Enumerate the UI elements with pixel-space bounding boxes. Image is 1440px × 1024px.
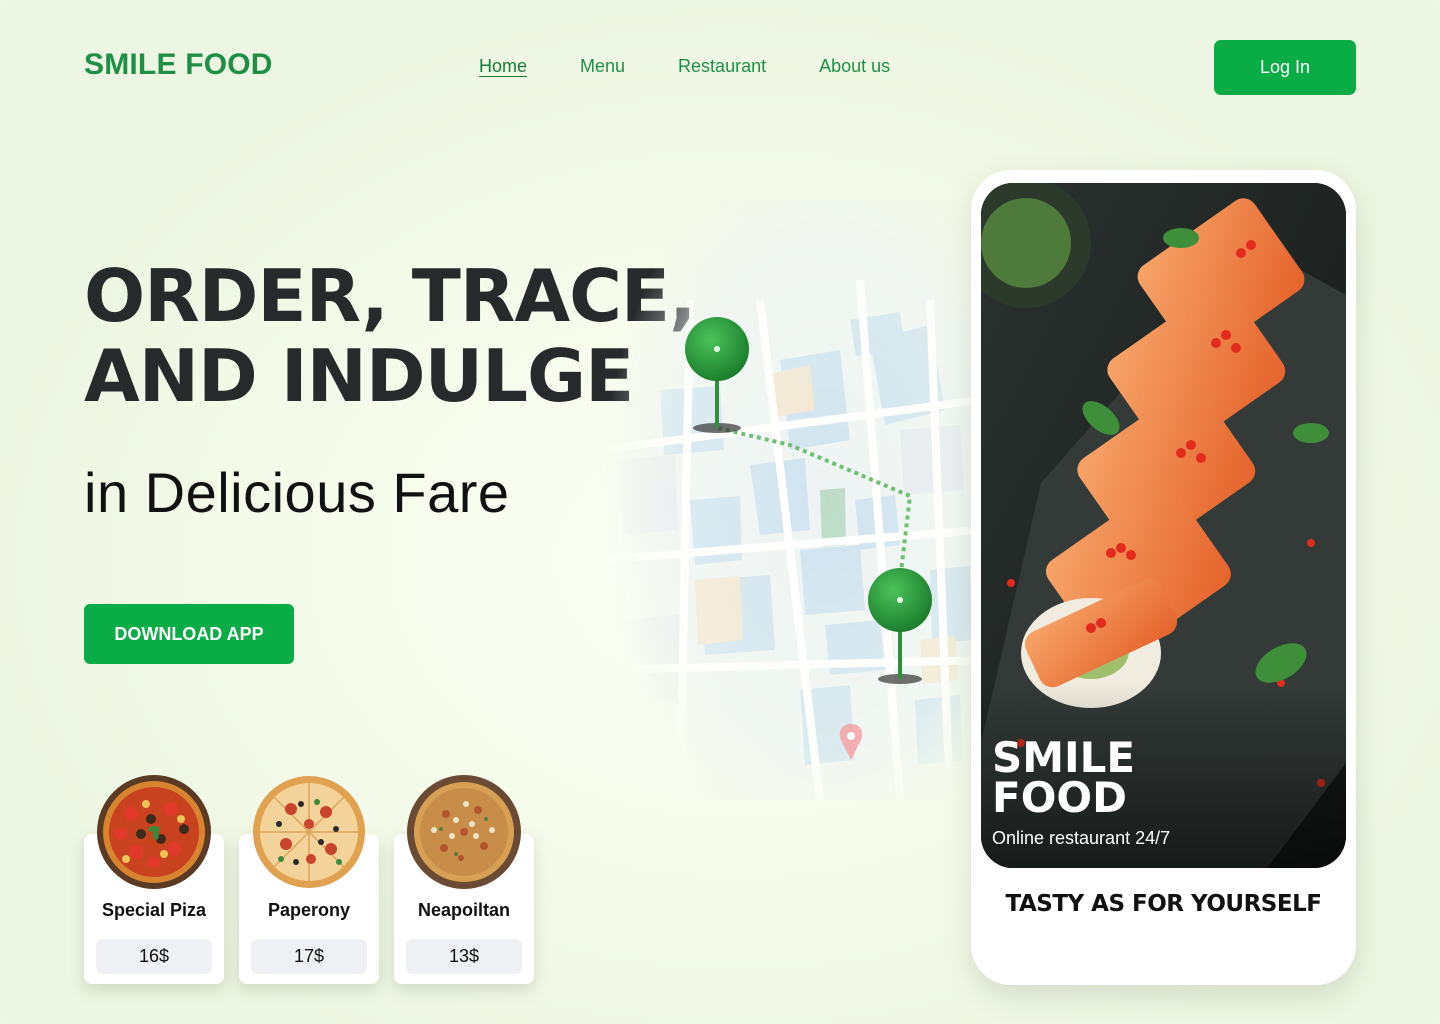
pizza-price[interactable]: 16$ [96,939,212,974]
pizza-card-neapoiltan[interactable]: Neapoiltan 13$ [394,775,534,984]
brand-logo[interactable]: SMILE FOOD [84,48,273,82]
phone-brand-title: SMILE FOOD [992,733,1136,822]
download-app-button[interactable]: DOWNLOAD APP [84,604,294,664]
main-nav: Home Menu Restaurant About us [479,56,890,77]
phone-screen: SMILE FOOD Online restaurant 24/7 [981,183,1346,868]
login-button[interactable]: Log In [1214,40,1356,95]
pizza-name: Special Piza [101,900,207,920]
pizza-card-special[interactable]: Special Piza 16$ [84,775,224,984]
nav-item-menu[interactable]: Menu [580,56,625,77]
phone-mockup: SMILE FOOD Online restaurant 24/7 TASTY … [971,170,1356,985]
pizza-card-paperony[interactable]: Paperony 17$ [239,776,379,984]
pizza-name: Neapoiltan [417,900,510,920]
pizza-name: Paperony [267,900,351,920]
phone-brand-line-1: SMILE [992,733,1136,782]
pizza-image [97,775,211,889]
pizza-price[interactable]: 17$ [251,939,367,974]
nav-item-about-us[interactable]: About us [819,56,890,77]
phone-caption: TASTY AS FOR YOURSELF [1005,891,1322,917]
delivery-map-illustration [599,200,981,801]
pizza-image [407,775,521,889]
phone-tagline: Online restaurant 24/7 [992,828,1171,848]
phone-brand-line-2: FOOD [992,773,1127,822]
landing-page: SMILE FOOD Home Menu Restaurant About us… [0,0,1440,1024]
nav-item-restaurant[interactable]: Restaurant [678,56,766,77]
pizza-image [253,776,365,888]
nav-item-home[interactable]: Home [479,56,527,77]
hero-subtitle: in Delicious Fare [84,461,510,524]
pizza-price[interactable]: 13$ [406,939,522,974]
